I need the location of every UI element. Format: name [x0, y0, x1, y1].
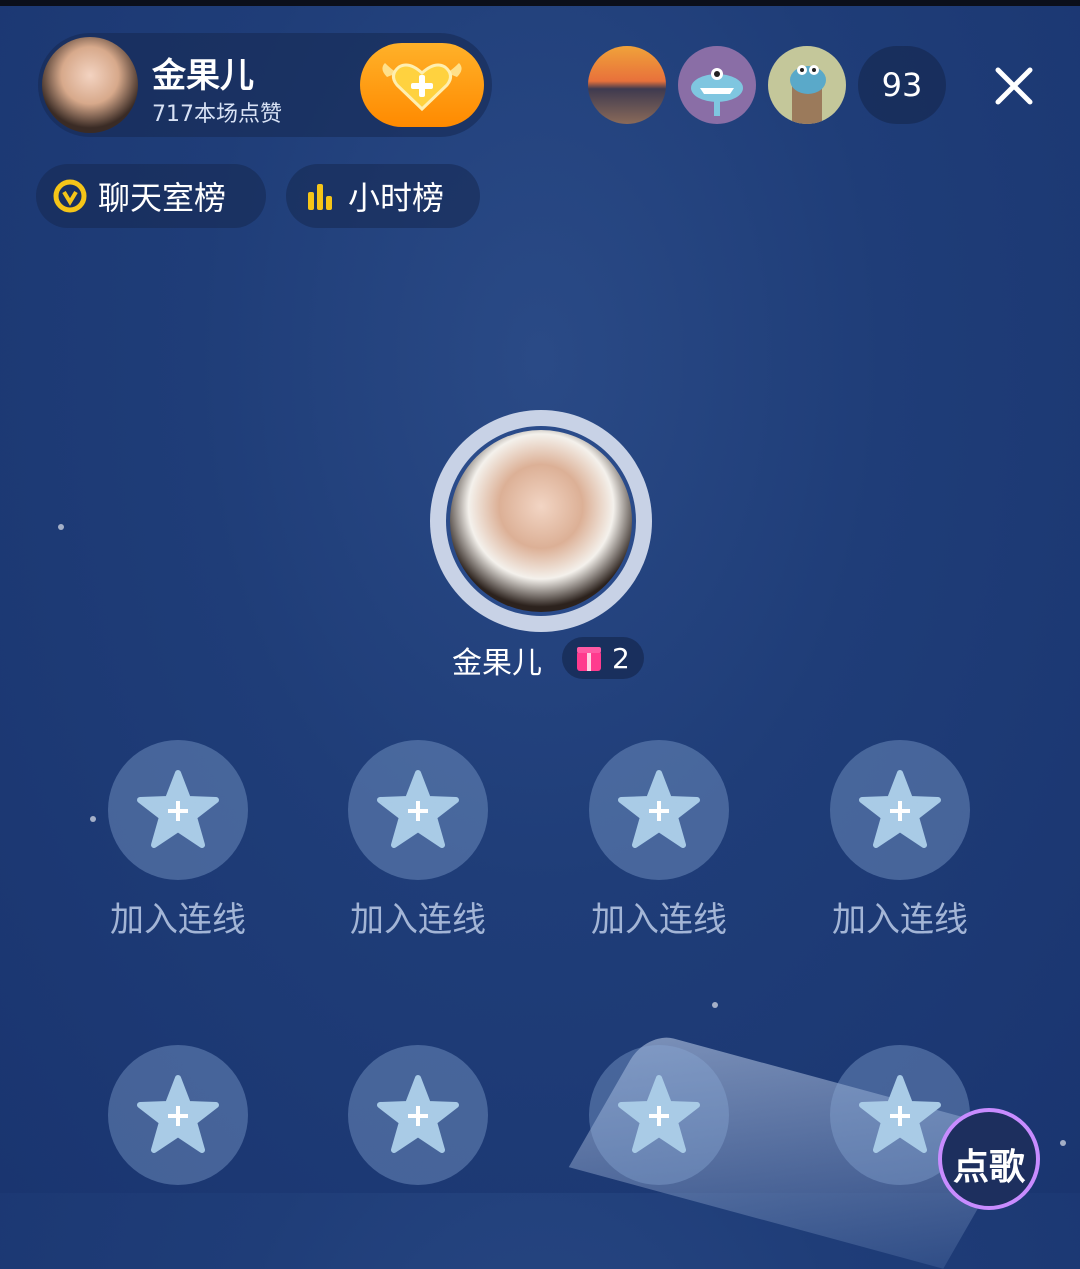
join-seat-6[interactable]	[348, 1045, 488, 1185]
star-plus-icon	[377, 1075, 459, 1153]
chat-room-rank-button[interactable]: 聊天室榜	[36, 164, 266, 228]
join-seat-4-label: 加入连线	[832, 900, 968, 940]
join-seat-4[interactable]	[830, 740, 970, 880]
star-plus-icon	[137, 770, 219, 848]
join-seat-3-label: 加入连线	[591, 900, 727, 940]
join-seat-5[interactable]	[108, 1045, 248, 1185]
sparkle	[1060, 1140, 1066, 1146]
sparkle	[712, 1002, 718, 1008]
sparkle	[90, 816, 96, 822]
host-avatar[interactable]	[42, 37, 138, 133]
star-plus-icon	[859, 770, 941, 848]
host-seat-avatar	[450, 430, 632, 612]
viewer-avatar-monster[interactable]	[678, 46, 756, 124]
viewer-avatar-creature[interactable]	[768, 46, 846, 124]
join-seat-2[interactable]	[348, 740, 488, 880]
host-like-count: 717本场点赞	[152, 102, 282, 127]
star-plus-icon	[618, 770, 700, 848]
host-seat[interactable]	[430, 410, 652, 632]
star-plus-icon	[137, 1075, 219, 1153]
viewer-avatar-sunset[interactable]	[588, 46, 666, 124]
chat-room-rank-label: 聊天室榜	[98, 179, 227, 217]
host-seat-name: 金果儿	[452, 646, 542, 681]
follow-button[interactable]	[360, 43, 484, 127]
gift-count: 2	[612, 641, 630, 675]
join-seat-2-label: 加入连线	[350, 900, 486, 940]
star-plus-icon	[377, 770, 459, 848]
gift-icon	[577, 647, 601, 671]
join-seat-1-label: 加入连线	[110, 900, 246, 940]
monster-icon	[691, 68, 743, 116]
host-seat-inner	[446, 426, 636, 616]
hourly-rank-button[interactable]: 小时榜	[286, 164, 480, 228]
star-plus-icon	[859, 1075, 941, 1153]
gift-count-badge[interactable]: 2	[562, 637, 644, 679]
status-strip	[0, 0, 1080, 6]
viewer-count[interactable]: 93	[858, 46, 946, 124]
bar-chart-icon	[308, 184, 332, 210]
heart-plus-icon	[382, 63, 462, 112]
join-seat-1[interactable]	[108, 740, 248, 880]
close-button[interactable]	[990, 62, 1038, 110]
close-icon	[995, 67, 1033, 105]
hourly-rank-label: 小时榜	[348, 179, 445, 217]
join-seat-7[interactable]	[589, 1045, 729, 1185]
host-name: 金果儿	[152, 56, 254, 96]
song-request-button[interactable]: 点歌	[938, 1108, 1040, 1210]
sparkle	[58, 524, 64, 530]
creature-icon	[790, 65, 826, 124]
star-plus-icon	[618, 1075, 700, 1153]
join-seat-3[interactable]	[589, 740, 729, 880]
chat-rank-icon	[53, 179, 87, 213]
